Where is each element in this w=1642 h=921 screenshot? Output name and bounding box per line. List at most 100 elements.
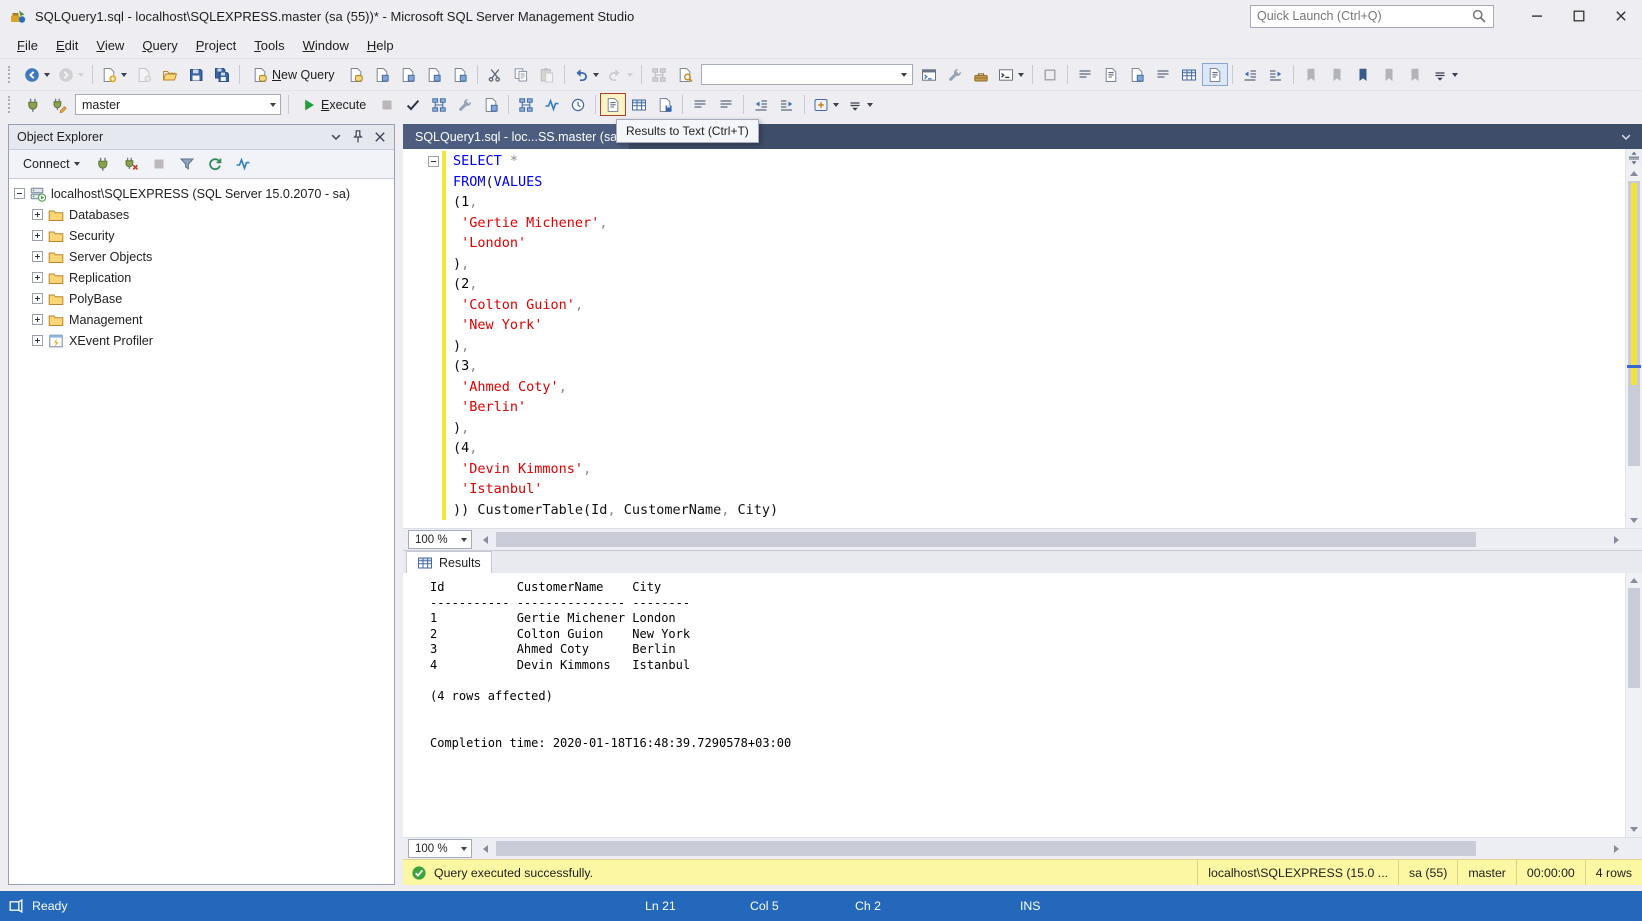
undo-icon[interactable]: [569, 63, 603, 86]
maximize-button[interactable]: [1558, 0, 1600, 32]
parameter-info-icon[interactable]: [1098, 63, 1124, 86]
editor-vertical-scrollbar[interactable]: [1625, 149, 1642, 528]
tree-expand-expander[interactable]: [32, 209, 43, 220]
scroll-right-arrow[interactable]: [1608, 536, 1625, 544]
increase-indent-icon[interactable]: [1263, 63, 1289, 86]
results-zoom-combo[interactable]: 100 %: [408, 839, 472, 858]
results-scroll-up-arrow[interactable]: [1626, 573, 1642, 588]
quick-info-icon[interactable]: [1124, 63, 1150, 86]
template-parameters-icon[interactable]: [809, 93, 843, 116]
close-button[interactable]: [1600, 0, 1642, 32]
tree-node-replication[interactable]: Replication: [9, 267, 394, 288]
quick-launch-search-icon[interactable]: [1471, 8, 1487, 24]
tree-node-databases[interactable]: Databases: [9, 204, 394, 225]
toolbar-grip[interactable]: [8, 96, 14, 113]
copy-icon[interactable]: [508, 63, 534, 86]
results-vertical-scrollbar[interactable]: [1625, 573, 1642, 837]
results-to-text-icon[interactable]: [600, 93, 626, 116]
sql-editor[interactable]: SELECT *FROM(VALUES(1, 'Gertie Michener'…: [403, 149, 1642, 528]
results-scroll-thumb[interactable]: [1628, 588, 1640, 688]
tree-node-xevent-profiler[interactable]: XEvent Profiler: [9, 330, 394, 351]
results-to-grid-icon[interactable]: [626, 93, 652, 116]
tab-list-icon[interactable]: [1618, 129, 1634, 145]
code-area[interactable]: SELECT *FROM(VALUES(1, 'Gertie Michener'…: [446, 149, 1625, 528]
editor-zoom-combo[interactable]: 100 %: [408, 530, 472, 549]
database-combo[interactable]: master: [75, 94, 281, 115]
uncomment-icon[interactable]: [713, 93, 739, 116]
menu-help[interactable]: Help: [358, 34, 403, 57]
panel-close-button[interactable]: [370, 128, 390, 147]
tree-expand-expander[interactable]: [32, 272, 43, 283]
tree-node-security[interactable]: Security: [9, 225, 394, 246]
member-list-icon[interactable]: [1072, 63, 1098, 86]
new-project-icon[interactable]: [97, 63, 131, 86]
refresh-icon[interactable]: [202, 153, 228, 176]
live-statistics-icon[interactable]: [539, 93, 565, 116]
complete-word-icon[interactable]: [1150, 63, 1176, 86]
menu-view[interactable]: View: [87, 34, 133, 57]
toolbar-options-icon[interactable]: [1428, 63, 1462, 86]
results-output[interactable]: Id CustomerName City ----------- -------…: [403, 573, 1625, 837]
panel-menu-button[interactable]: [326, 128, 346, 147]
xmla-query-icon[interactable]: [421, 63, 447, 86]
menu-file[interactable]: File: [8, 34, 47, 57]
tree-node-polybase[interactable]: PolyBase: [9, 288, 394, 309]
tab-sqlquery1[interactable]: SQLQuery1.sql - loc...SS.master (sa: [403, 124, 629, 149]
find-combo[interactable]: [701, 64, 913, 85]
menu-edit[interactable]: Edit: [47, 34, 87, 57]
change-connection-icon[interactable]: [46, 93, 72, 116]
actual-plan-icon[interactable]: [513, 93, 539, 116]
results-scroll-left-arrow[interactable]: [477, 845, 494, 853]
activity-monitor-icon[interactable]: [916, 63, 942, 86]
activity-icon[interactable]: [230, 153, 256, 176]
connect-button[interactable]: Connect: [15, 153, 88, 176]
panel-splitter[interactable]: [395, 124, 403, 885]
scroll-left-arrow[interactable]: [477, 536, 494, 544]
comment-icon[interactable]: [687, 93, 713, 116]
open-file-icon[interactable]: [157, 63, 183, 86]
new-query-button[interactable]: New Query: [244, 63, 343, 86]
intellisense-enabled-icon[interactable]: [478, 93, 504, 116]
navigate-backward-icon[interactable]: [20, 63, 54, 86]
panel-pin-button[interactable]: [348, 128, 368, 147]
tree-expand-expander[interactable]: [32, 230, 43, 241]
parse-icon[interactable]: [400, 93, 426, 116]
mdx-query-icon[interactable]: [369, 63, 395, 86]
results-scroll-down-arrow[interactable]: [1626, 822, 1642, 837]
save-icon[interactable]: [183, 63, 209, 86]
save-all-icon[interactable]: [209, 63, 235, 86]
estimated-plan-icon[interactable]: [426, 93, 452, 116]
scroll-up-arrow[interactable]: [1626, 166, 1642, 181]
connect-icon[interactable]: [20, 93, 46, 116]
dax-query-icon[interactable]: [447, 63, 473, 86]
results-scroll-right-arrow[interactable]: [1608, 845, 1625, 853]
command-window-icon[interactable]: [994, 63, 1028, 86]
query-options-icon[interactable]: [452, 93, 478, 116]
find-in-files-icon[interactable]: [672, 63, 698, 86]
results-scroll-track[interactable]: [1626, 588, 1642, 822]
tree-collapse-expander[interactable]: [14, 188, 25, 199]
tree-node-management[interactable]: Management: [9, 309, 394, 330]
results-hscroll-thumb[interactable]: [496, 841, 1476, 856]
menu-window[interactable]: Window: [294, 34, 358, 57]
results-to-file-icon[interactable]: [652, 93, 678, 116]
execute-button[interactable]: Execute: [293, 93, 374, 116]
object-explorer-header[interactable]: Object Explorer: [9, 125, 394, 150]
minimize-button[interactable]: [1516, 0, 1558, 32]
quick-launch-input[interactable]: Quick Launch (Ctrl+Q): [1250, 5, 1494, 28]
decrease-indent-icon[interactable]: [1237, 63, 1263, 86]
menu-project[interactable]: Project: [187, 34, 245, 57]
editor-hscroll-thumb[interactable]: [496, 532, 1476, 547]
tree-expand-expander[interactable]: [32, 314, 43, 325]
toggle-bookmark-icon[interactable]: [1350, 63, 1376, 86]
tree-expand-expander[interactable]: [32, 293, 43, 304]
toolbar-options-icon[interactable]: [843, 93, 877, 116]
properties-window-icon[interactable]: [942, 63, 968, 86]
menu-query[interactable]: Query: [133, 34, 186, 57]
dmx-query-icon[interactable]: [395, 63, 421, 86]
results-hscroll-track[interactable]: [494, 838, 1608, 859]
collapse-region-icon[interactable]: [428, 156, 439, 167]
disconnect-icon[interactable]: [118, 153, 144, 176]
template-explorer-icon[interactable]: [968, 63, 994, 86]
tree-node-server[interactable]: localhost\SQLEXPRESS (SQL Server 15.0.20…: [9, 183, 394, 204]
